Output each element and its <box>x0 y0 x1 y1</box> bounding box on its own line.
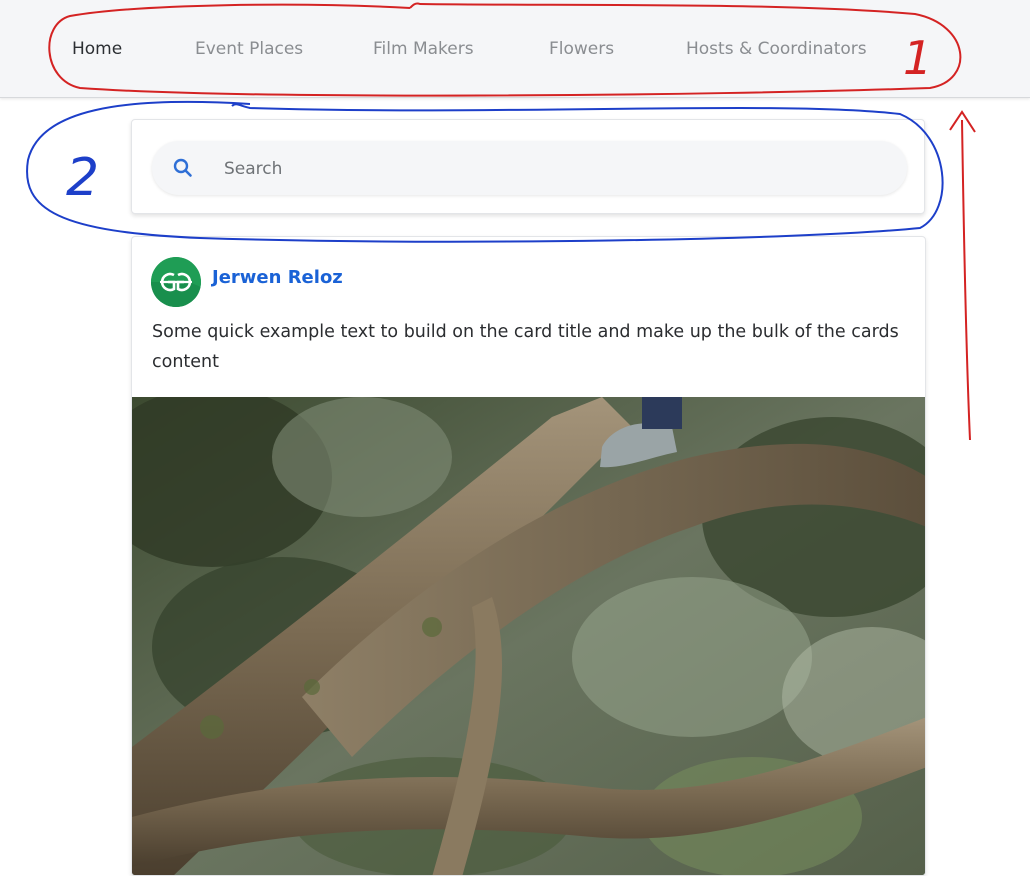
search-icon[interactable] <box>172 157 194 179</box>
nav-item-event-places[interactable]: Event Places <box>195 36 303 62</box>
post-card: Jerwen Reloz Some quick example text to … <box>131 236 926 876</box>
red-arrow-head <box>949 110 976 133</box>
search-card <box>131 119 925 214</box>
author-name[interactable]: Jerwen Reloz <box>212 267 343 288</box>
navbar: Home Event Places Film Makers Flowers Ho… <box>0 0 1030 98</box>
post-text: Some quick example text to build on the … <box>152 322 899 372</box>
red-arrow-line <box>961 119 971 441</box>
nav-item-hosts-coordinators[interactable]: Hosts & Coordinators <box>686 36 867 62</box>
avatar[interactable] <box>151 257 201 307</box>
nav-item-flowers[interactable]: Flowers <box>549 36 614 62</box>
search-input[interactable] <box>222 151 886 187</box>
gg-logo-icon <box>151 257 201 307</box>
post-image <box>132 397 925 875</box>
search-bar[interactable] <box>152 141 907 195</box>
nav-item-home[interactable]: Home <box>72 36 122 62</box>
annotation-number-2: 2 <box>66 148 99 208</box>
nav-item-film-makers[interactable]: Film Makers <box>373 36 474 62</box>
